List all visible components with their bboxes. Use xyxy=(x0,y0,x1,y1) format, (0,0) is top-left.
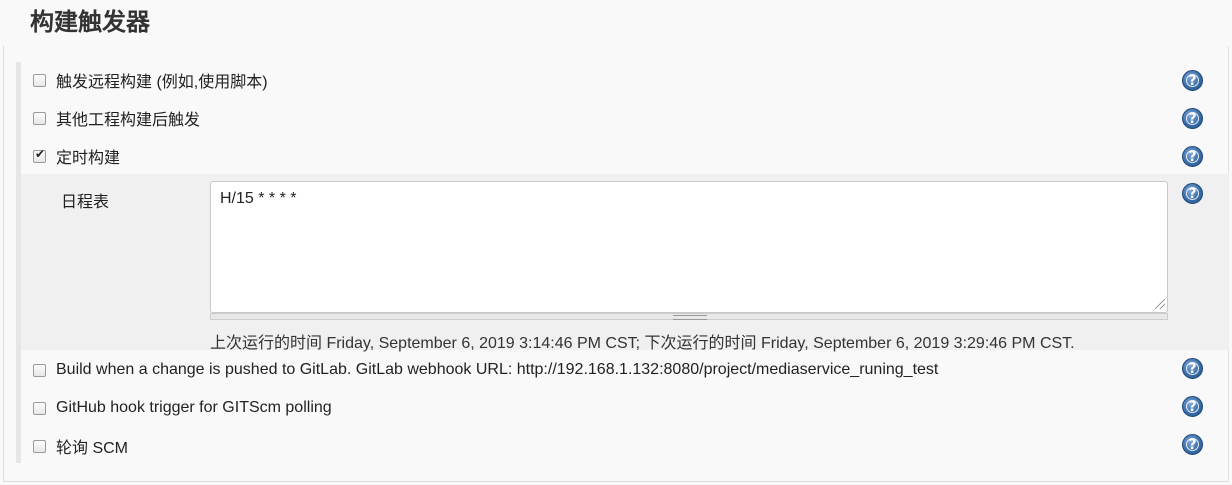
trigger-label: 触发远程构建 (例如,使用脚本) xyxy=(56,74,268,91)
checkbox-gitlab-push[interactable] xyxy=(33,363,46,377)
checkbox-upstream-build[interactable] xyxy=(33,111,46,125)
trigger-row-upstream[interactable]: 其他工程构建后触发 xyxy=(28,100,1208,136)
grip-icon xyxy=(673,315,707,320)
textarea-expand-handle[interactable] xyxy=(210,313,1168,320)
trigger-label: 轮询 SCM xyxy=(56,440,129,457)
help-icon[interactable]: ? xyxy=(1182,108,1203,129)
help-icon[interactable]: ? xyxy=(1182,434,1203,455)
help-icon[interactable]: ? xyxy=(1182,70,1203,91)
checkbox-remote-build[interactable] xyxy=(33,73,46,87)
checkbox-periodic-build[interactable] xyxy=(33,147,46,163)
trigger-label: 定时构建 xyxy=(56,150,121,167)
page-title: 构建触发器 xyxy=(30,9,150,36)
help-icon[interactable]: ? xyxy=(1182,183,1203,204)
trigger-row-github[interactable]: GitHub hook trigger for GITScm polling xyxy=(28,390,1208,426)
checkbox-github-hook[interactable] xyxy=(33,401,46,415)
trigger-label: Build when a change is pushed to GitLab.… xyxy=(56,361,939,378)
trigger-row-periodic[interactable]: 定时构建 xyxy=(28,138,1208,174)
help-icon[interactable]: ? xyxy=(1182,358,1203,379)
trigger-row-poll-scm[interactable]: 轮询 SCM xyxy=(28,428,1208,464)
schedule-label: 日程表 xyxy=(61,194,110,211)
trigger-row-remote[interactable]: 触发远程构建 (例如,使用脚本) xyxy=(28,62,1208,98)
help-icon[interactable]: ? xyxy=(1182,396,1203,417)
help-icon[interactable]: ? xyxy=(1182,146,1203,167)
trigger-row-gitlab[interactable]: Build when a change is pushed to GitLab.… xyxy=(28,352,1208,388)
trigger-label: GitHub hook trigger for GITScm polling xyxy=(56,399,332,416)
resize-handle-icon[interactable] xyxy=(1155,299,1165,309)
schedule-textarea[interactable]: H/15 * * * * xyxy=(210,181,1168,313)
checkbox-poll-scm[interactable] xyxy=(33,439,46,453)
schedule-run-info: 上次运行的时间 Friday, September 6, 2019 3:14:4… xyxy=(210,335,1075,352)
trigger-label: 其他工程构建后触发 xyxy=(56,112,201,129)
